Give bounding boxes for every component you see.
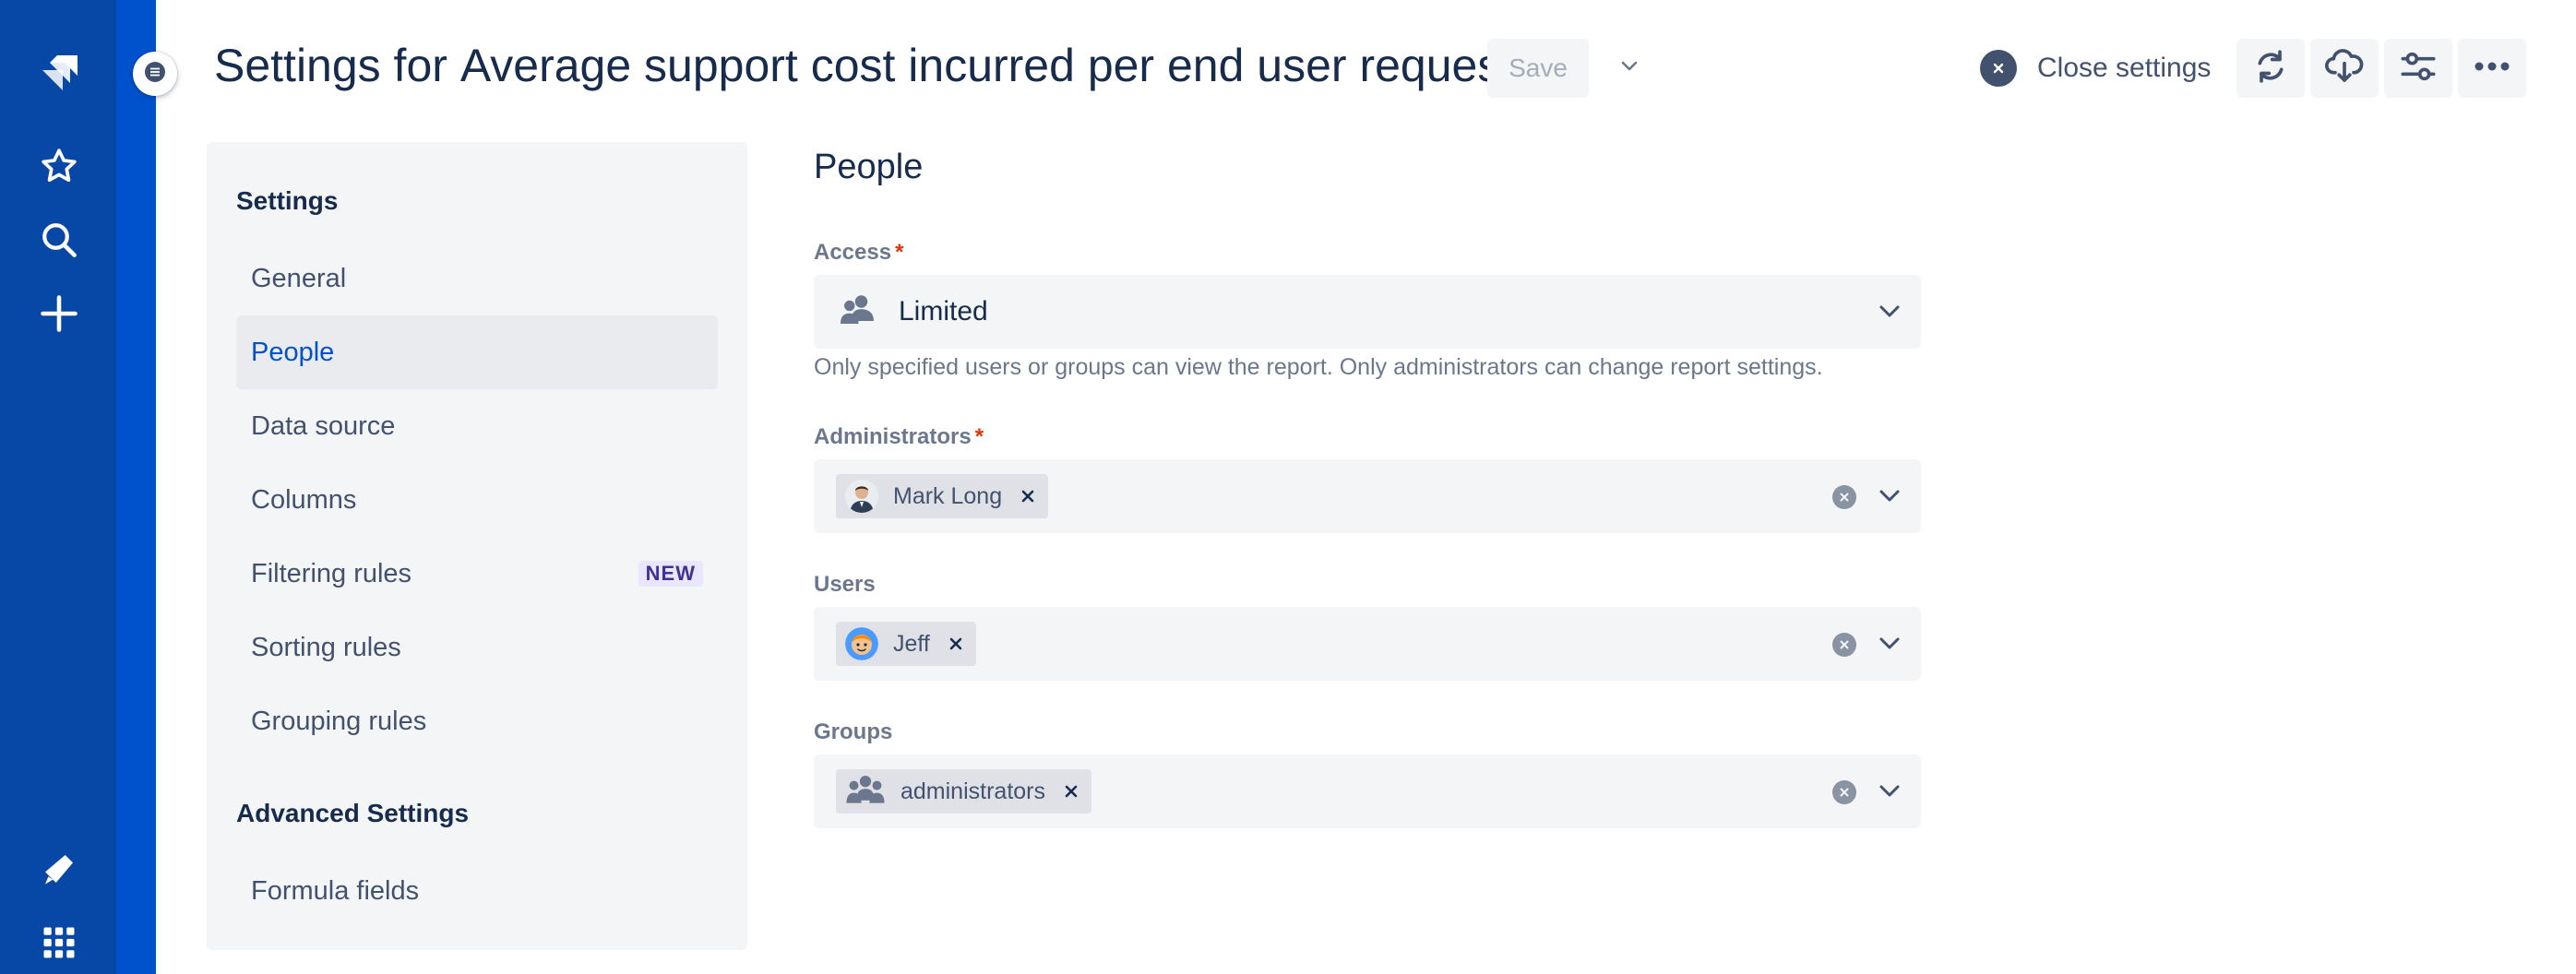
sidebar-item-formula-fields[interactable]: Formula fields bbox=[236, 854, 718, 928]
sidebar-item-grouping-rules[interactable]: Grouping rules bbox=[236, 684, 718, 758]
sidebar-item-label: Formula fields bbox=[251, 875, 420, 906]
report-name: Average support cost incurred per end us… bbox=[459, 40, 1527, 91]
clear-icon[interactable] bbox=[1832, 485, 1856, 509]
groups-label: Groups bbox=[814, 719, 892, 745]
sidebar-item-general[interactable]: General bbox=[236, 242, 718, 315]
sidebar-strip bbox=[116, 0, 156, 974]
global-navigation bbox=[0, 0, 116, 974]
access-select[interactable]: Limited bbox=[814, 275, 1921, 349]
clear-icon[interactable] bbox=[1832, 780, 1856, 804]
sidebar-item-sorting-rules[interactable]: Sorting rules bbox=[236, 611, 718, 684]
remove-icon[interactable] bbox=[1062, 782, 1080, 801]
refresh-icon bbox=[2252, 48, 2289, 89]
cloud-download-icon bbox=[2324, 48, 2365, 89]
remove-icon[interactable] bbox=[1019, 487, 1037, 505]
more-actions-button[interactable] bbox=[2458, 39, 2526, 98]
user-chip: Jeff bbox=[836, 622, 976, 666]
save-button[interactable]: Save bbox=[1487, 39, 1589, 98]
save-options-dropdown[interactable] bbox=[1609, 48, 1650, 89]
menu-icon bbox=[144, 61, 166, 88]
sidebar-item-people[interactable]: People bbox=[236, 315, 718, 389]
administrators-field[interactable]: Mark Long bbox=[814, 459, 1921, 533]
clear-icon[interactable] bbox=[1832, 633, 1856, 657]
customize-button[interactable] bbox=[2384, 39, 2452, 98]
advanced-settings-heading: Advanced Settings bbox=[236, 799, 470, 827]
sidebar-item-label: Data source bbox=[251, 410, 396, 441]
group-chip: administrators bbox=[836, 769, 1091, 814]
users-field[interactable]: Jeff bbox=[814, 607, 1921, 681]
people-icon bbox=[838, 293, 877, 331]
avatar bbox=[845, 627, 878, 660]
chevron-down-icon[interactable] bbox=[1875, 297, 1904, 327]
app-grid-icon[interactable] bbox=[35, 919, 83, 967]
jira-logo-icon[interactable] bbox=[35, 50, 83, 98]
close-settings-label: Close settings bbox=[2037, 53, 2212, 83]
administrators-label-text: Administrators bbox=[814, 424, 972, 449]
sidebar-item-label: General bbox=[251, 263, 347, 293]
settings-navigation-panel: Settings General People Data source Colu… bbox=[207, 142, 747, 950]
chevron-down-icon[interactable] bbox=[1875, 629, 1904, 659]
remove-icon[interactable] bbox=[947, 635, 965, 653]
download-button[interactable] bbox=[2310, 39, 2379, 98]
plus-icon[interactable] bbox=[35, 290, 83, 338]
groups-label-text: Groups bbox=[814, 719, 893, 744]
close-settings-button[interactable]: Close settings bbox=[1980, 39, 2211, 98]
required-mark: * bbox=[895, 240, 904, 265]
access-label-text: Access bbox=[814, 240, 892, 265]
search-icon[interactable] bbox=[35, 216, 83, 264]
chip-label: Jeff bbox=[893, 630, 930, 657]
chevron-down-icon bbox=[1620, 60, 1639, 77]
users-label-text: Users bbox=[814, 572, 876, 597]
close-icon bbox=[1980, 50, 2017, 87]
sidebar-toggle-button[interactable] bbox=[133, 52, 177, 96]
group-icon bbox=[845, 773, 886, 811]
administrators-label: Administrators * bbox=[814, 424, 984, 450]
access-value-text: Limited bbox=[899, 296, 988, 327]
section-title: People bbox=[814, 148, 924, 186]
access-helper-text: Only specified users or groups can view … bbox=[814, 354, 1823, 380]
sidebar-item-label: People bbox=[251, 337, 335, 367]
new-badge: NEW bbox=[638, 561, 703, 587]
required-mark: * bbox=[974, 424, 984, 449]
megaphone-icon[interactable] bbox=[35, 845, 83, 893]
page-title: Settings for Average support cost incurr… bbox=[214, 33, 1526, 98]
page-title-prefix: Settings for bbox=[214, 40, 447, 91]
chip-label: Mark Long bbox=[893, 482, 1003, 509]
settings-heading: Settings bbox=[236, 186, 339, 215]
chevron-down-icon[interactable] bbox=[1875, 777, 1904, 806]
sidebar-item-label: Sorting rules bbox=[251, 632, 401, 662]
sidebar-item-data-source[interactable]: Data source bbox=[236, 389, 718, 463]
sidebar-item-label: Columns bbox=[251, 484, 357, 515]
sidebar-item-label: Filtering rules bbox=[251, 558, 412, 588]
sliders-icon bbox=[2400, 48, 2437, 89]
sidebar-item-filtering-rules[interactable]: Filtering rules NEW bbox=[236, 537, 718, 611]
user-chip: Mark Long bbox=[836, 474, 1049, 518]
more-icon bbox=[2474, 60, 2510, 77]
star-icon[interactable] bbox=[35, 142, 83, 190]
chevron-down-icon[interactable] bbox=[1875, 481, 1904, 511]
sidebar-item-label: Grouping rules bbox=[251, 706, 427, 736]
refresh-button[interactable] bbox=[2236, 39, 2305, 98]
chip-label: administrators bbox=[900, 778, 1045, 804]
access-label: Access * bbox=[814, 240, 903, 266]
avatar bbox=[845, 480, 878, 513]
sidebar-item-columns[interactable]: Columns bbox=[236, 463, 718, 537]
groups-field[interactable]: administrators bbox=[814, 754, 1921, 828]
access-value: Limited bbox=[838, 275, 988, 349]
users-label: Users bbox=[814, 572, 876, 598]
